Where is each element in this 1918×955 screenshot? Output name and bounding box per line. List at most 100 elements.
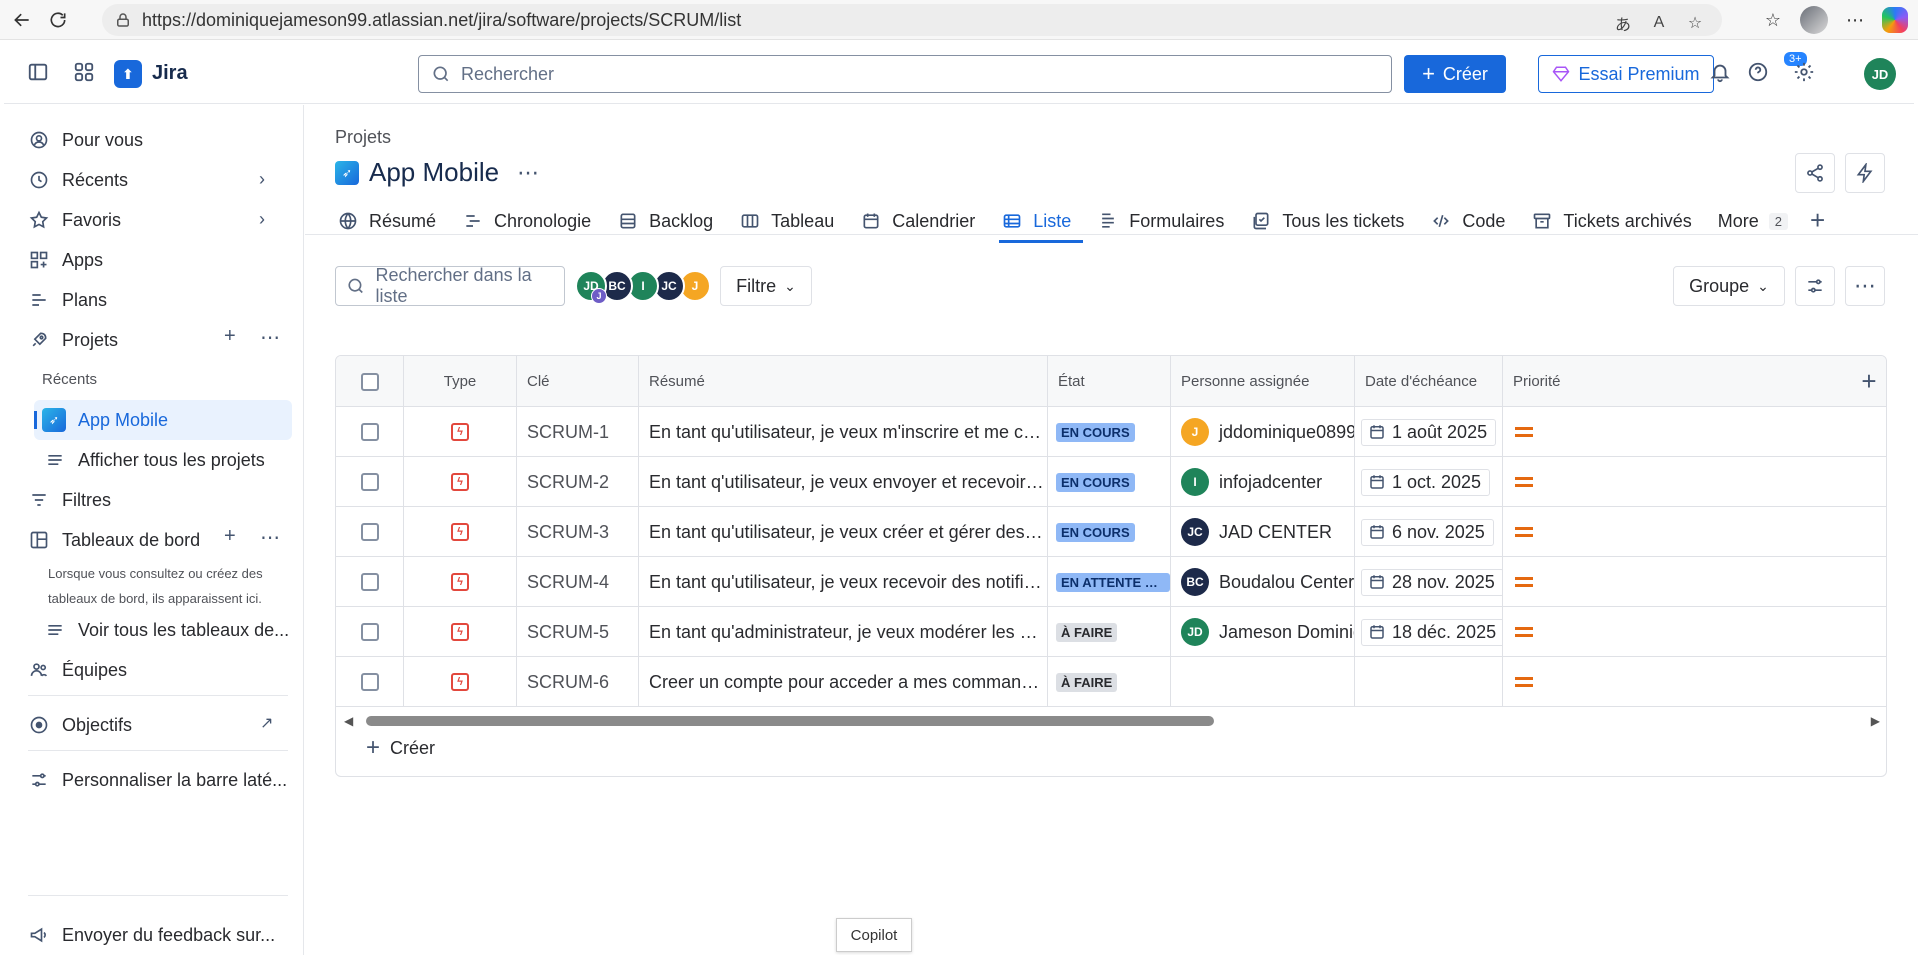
app-name[interactable]: Jira	[152, 62, 188, 85]
priority-medium-icon[interactable]	[1515, 627, 1533, 637]
priority-medium-icon[interactable]	[1515, 527, 1533, 537]
sidebar-item-all-dashboards[interactable]: Voir tous les tableaux de...	[44, 613, 289, 647]
tab-backlog[interactable]: Backlog	[615, 201, 725, 241]
add-tab-icon[interactable]: +	[1810, 205, 1825, 236]
sidebar-item-equipes[interactable]: Équipes	[28, 653, 127, 687]
favorites-icon[interactable]: ☆	[1756, 3, 1790, 37]
issue-summary[interactable]: En tant q'utilisateur, je veux envoyer e…	[649, 457, 1047, 507]
status-badge[interactable]: EN ATTENTE DU ...	[1056, 572, 1170, 592]
status-badge[interactable]: EN COURS	[1056, 522, 1135, 542]
assignee-filter-avatar[interactable]: JD J	[575, 270, 607, 304]
tab-chronologie[interactable]: Chronologie	[460, 201, 603, 241]
create-issue-button[interactable]: + Créer	[366, 734, 435, 762]
sidebar-item-objectifs[interactable]: Objectifs	[28, 708, 132, 742]
issue-summary[interactable]: Creer un compte pour acceder a mes comma…	[649, 657, 1047, 707]
sidebar-item-recents[interactable]: Récents	[28, 163, 284, 197]
issue-key-link[interactable]: SCRUM-1	[527, 422, 609, 443]
issue-key-link[interactable]: SCRUM-6	[527, 672, 609, 693]
sidebar-item-favoris[interactable]: Favoris	[28, 203, 121, 237]
row-checkbox[interactable]	[360, 573, 379, 591]
external-link-icon[interactable]: ↗	[260, 713, 273, 733]
due-date-chip[interactable]: 18 déc. 2025	[1361, 618, 1502, 646]
add-column-icon[interactable]: +	[1850, 356, 1886, 407]
table-row[interactable]: ϟ SCRUM-1 En tant qu'utilisateur, je veux …	[336, 407, 1886, 457]
back-icon[interactable]	[2, 0, 42, 40]
sidebar-item-feedback[interactable]: Envoyer du feedback sur...	[28, 918, 275, 952]
jira-logo-icon[interactable]: ⬆	[114, 60, 142, 88]
row-checkbox[interactable]	[360, 423, 379, 441]
tab-tous-les-tickets[interactable]: Tous les tickets	[1248, 201, 1416, 241]
column-header-due-date[interactable]: Date d'échéance	[1355, 356, 1503, 407]
row-checkbox[interactable]	[360, 473, 379, 491]
sidebar-item-app-mobile[interactable]: ➶ App Mobile	[42, 403, 168, 437]
sidebar-item-filtres[interactable]: Filtres	[28, 483, 111, 517]
row-checkbox[interactable]	[360, 523, 379, 541]
due-date-chip[interactable]: 1 oct. 2025	[1361, 468, 1491, 496]
column-header-priority[interactable]: Priorité	[1503, 356, 1583, 407]
refresh-icon[interactable]	[38, 0, 78, 40]
browser-profile-avatar[interactable]	[1800, 6, 1828, 34]
scrollbar-thumb[interactable]	[366, 716, 1214, 726]
priority-medium-icon[interactable]	[1515, 477, 1533, 487]
assignee[interactable]: JC JAD CENTER	[1181, 518, 1332, 546]
tab-code[interactable]: Code	[1428, 201, 1517, 241]
status-badge[interactable]: À FAIRE	[1056, 622, 1118, 642]
sidebar-toggle-icon[interactable]	[24, 58, 52, 86]
assignee[interactable]: Iinfojadcenter	[1181, 468, 1322, 496]
epic-lightning-icon[interactable]: ϟ	[451, 573, 469, 591]
column-header-status[interactable]: État	[1048, 356, 1171, 407]
add-project-icon[interactable]: +	[224, 325, 236, 348]
sidebar-item-plans[interactable]: Plans	[28, 283, 107, 317]
tab-tickets-archivés[interactable]: Tickets archivés	[1529, 201, 1703, 241]
horizontal-scrollbar[interactable]: ◀ ▶	[336, 710, 1886, 732]
issue-summary[interactable]: En tant qu'utilisateur, je veux recevoir…	[649, 557, 1047, 607]
view-settings-button[interactable]	[1795, 266, 1835, 306]
copilot-icon[interactable]	[1882, 7, 1908, 33]
column-header-type[interactable]: Type	[404, 356, 517, 407]
settings-gear-icon[interactable]	[1790, 58, 1818, 86]
translate-icon[interactable]: あ	[1608, 8, 1638, 38]
status-badge[interactable]: EN COURS	[1056, 422, 1135, 442]
issue-key-link[interactable]: SCRUM-5	[527, 622, 609, 643]
premium-trial-button[interactable]: Essai Premium	[1538, 55, 1714, 93]
epic-lightning-icon[interactable]: ϟ	[451, 423, 469, 441]
priority-medium-icon[interactable]	[1515, 577, 1533, 587]
issue-key-link[interactable]: SCRUM-2	[527, 472, 609, 493]
due-date-chip[interactable]: 1 août 2025	[1361, 418, 1497, 446]
epic-lightning-icon[interactable]: ϟ	[451, 673, 469, 691]
share-button[interactable]	[1795, 153, 1835, 193]
issue-key-link[interactable]: SCRUM-4	[527, 572, 609, 593]
sidebar-item-pour-vous[interactable]: Pour vous	[28, 123, 143, 157]
help-icon[interactable]	[1744, 58, 1772, 86]
table-row[interactable]: ϟ SCRUM-5 En tant qu'administrateur, je ve…	[336, 607, 1886, 657]
issue-summary[interactable]: En tant qu'utilisateur, je veux m'inscri…	[649, 407, 1047, 457]
sidebar-item-projets[interactable]: Projets	[28, 323, 118, 357]
tab-résumé[interactable]: Résumé	[335, 201, 448, 241]
status-badge[interactable]: À FAIRE	[1056, 672, 1118, 692]
epic-lightning-icon[interactable]: ϟ	[451, 473, 469, 491]
dashboard-more-icon[interactable]: ⋯	[260, 525, 280, 550]
tab-liste[interactable]: Liste	[999, 201, 1084, 243]
browser-menu-icon[interactable]: ⋯	[1838, 3, 1872, 37]
favorite-star-icon[interactable]: ☆	[1680, 8, 1710, 38]
app-switcher-icon[interactable]	[70, 58, 98, 86]
issue-summary[interactable]: En tant qu'administrateur, je veux modér…	[649, 607, 1047, 657]
priority-medium-icon[interactable]	[1515, 677, 1533, 687]
select-all-checkbox[interactable]	[360, 372, 379, 391]
group-button[interactable]: Groupe ⌄	[1673, 266, 1785, 306]
column-header-summary[interactable]: Résumé	[639, 356, 1048, 407]
issue-summary[interactable]: En tant qu'utilisateur, je veux créer et…	[649, 507, 1047, 557]
breadcrumb[interactable]: Projets	[335, 127, 391, 148]
chevron-right-icon[interactable]: ›	[259, 209, 279, 229]
assignee[interactable]: JD Jameson Dominique	[1181, 618, 1354, 646]
tab-more[interactable]: More 2	[1716, 201, 1800, 241]
table-row[interactable]: ϟ SCRUM-4 En tant qu'utilisateur, je veux …	[336, 557, 1886, 607]
create-button[interactable]: + Créer	[1404, 55, 1506, 93]
assignee[interactable]: BC Boudalou Center	[1181, 568, 1354, 596]
issue-key-link[interactable]: SCRUM-3	[527, 522, 609, 543]
address-bar[interactable]: https://dominiquejameson99.atlassian.net…	[102, 4, 1722, 36]
tab-formulaires[interactable]: Formulaires	[1095, 201, 1236, 241]
site-info-icon[interactable]	[114, 11, 132, 29]
tab-tableau[interactable]: Tableau	[737, 201, 846, 241]
status-badge[interactable]: EN COURS	[1056, 472, 1135, 492]
